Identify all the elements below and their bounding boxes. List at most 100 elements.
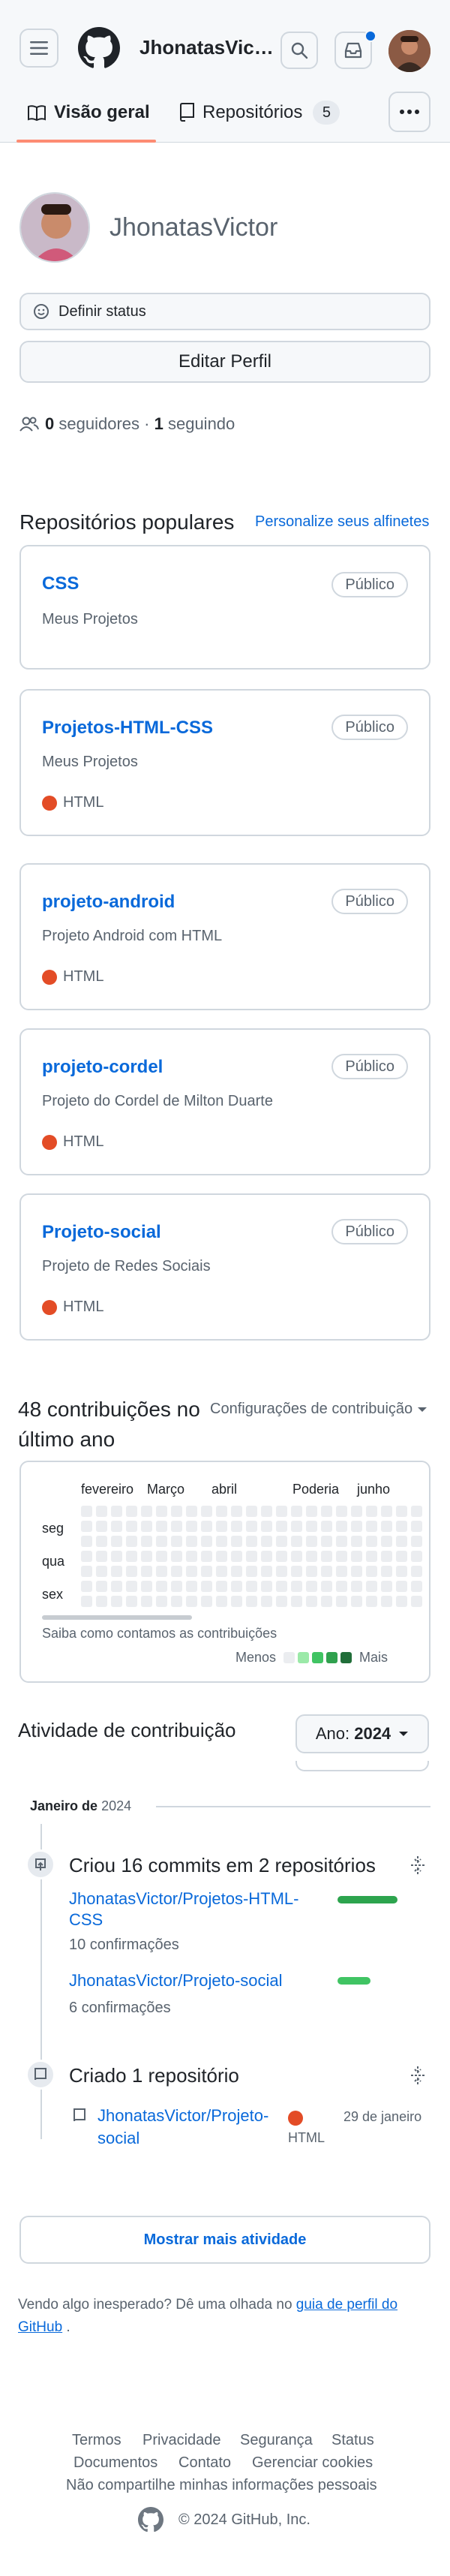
contribution-cell[interactable] xyxy=(351,1506,362,1517)
footer-github-logo[interactable] xyxy=(138,2507,164,2532)
contribution-cell[interactable] xyxy=(231,1536,242,1547)
contribution-cell[interactable] xyxy=(156,1596,167,1607)
contribution-cell[interactable] xyxy=(186,1536,197,1547)
contribution-cell[interactable] xyxy=(261,1596,272,1607)
contribution-cell[interactable] xyxy=(381,1596,392,1607)
header-username[interactable]: JhonatasVic… xyxy=(140,36,274,59)
contribution-cell[interactable] xyxy=(336,1506,347,1517)
contribution-cell[interactable] xyxy=(126,1551,137,1562)
fold-button[interactable] xyxy=(410,1855,426,1879)
contribution-cell[interactable] xyxy=(246,1581,257,1592)
contribution-cell[interactable] xyxy=(111,1596,122,1607)
contribution-cell[interactable] xyxy=(231,1596,242,1607)
contribution-cell[interactable] xyxy=(111,1551,122,1562)
contribution-cell[interactable] xyxy=(336,1521,347,1532)
contribution-cell[interactable] xyxy=(291,1566,302,1577)
contribution-cell[interactable] xyxy=(171,1506,182,1517)
repo-name-link[interactable]: Projetos-HTML-CSS xyxy=(42,718,213,739)
customize-pins-link[interactable]: Personalize seus alfinetes xyxy=(255,513,429,531)
repo-name-link[interactable]: projeto-cordel xyxy=(42,1057,163,1078)
contribution-cell[interactable] xyxy=(366,1596,377,1607)
contribution-cell[interactable] xyxy=(261,1566,272,1577)
contribution-cell[interactable] xyxy=(351,1581,362,1592)
contribution-cell[interactable] xyxy=(81,1581,92,1592)
contribution-cell[interactable] xyxy=(96,1536,107,1547)
contribution-cell[interactable] xyxy=(81,1506,92,1517)
contribution-cell[interactable] xyxy=(321,1536,332,1547)
contribution-cell[interactable] xyxy=(216,1551,227,1562)
year-select[interactable]: Ano: 2024 xyxy=(296,1714,429,1753)
contribution-cell[interactable] xyxy=(246,1596,257,1607)
followers-count[interactable]: 0 xyxy=(45,414,54,434)
following-label[interactable]: seguindo xyxy=(168,414,235,434)
contribution-cell[interactable] xyxy=(336,1551,347,1562)
set-status-button[interactable]: Definir status xyxy=(20,293,430,330)
contribution-cell[interactable] xyxy=(321,1566,332,1577)
tab-overview[interactable]: Visão geral xyxy=(27,99,150,126)
contribution-cell[interactable] xyxy=(276,1566,287,1577)
contribution-cell[interactable] xyxy=(411,1581,422,1592)
contribution-cell[interactable] xyxy=(246,1551,257,1562)
contribution-cell[interactable] xyxy=(366,1581,377,1592)
contribution-cell[interactable] xyxy=(231,1551,242,1562)
contribution-cell[interactable] xyxy=(126,1536,137,1547)
contribution-cell[interactable] xyxy=(171,1536,182,1547)
fold-button[interactable] xyxy=(410,2066,426,2089)
contribution-cell[interactable] xyxy=(411,1566,422,1577)
contribution-cell[interactable] xyxy=(396,1521,407,1532)
contribution-cell[interactable] xyxy=(366,1521,377,1532)
contribution-cell[interactable] xyxy=(186,1596,197,1607)
contribution-cell[interactable] xyxy=(381,1551,392,1562)
contribution-cell[interactable] xyxy=(411,1551,422,1562)
contribution-cell[interactable] xyxy=(156,1536,167,1547)
search-button[interactable] xyxy=(280,32,318,69)
contribution-cell[interactable] xyxy=(171,1551,182,1562)
contribution-cell[interactable] xyxy=(156,1506,167,1517)
contribution-cell[interactable] xyxy=(276,1521,287,1532)
contribution-cell[interactable] xyxy=(336,1566,347,1577)
contribution-cell[interactable] xyxy=(306,1521,317,1532)
footer-link[interactable]: Contato xyxy=(178,2454,231,2472)
contribution-cell[interactable] xyxy=(261,1521,272,1532)
contribution-cell[interactable] xyxy=(336,1536,347,1547)
contribution-cell[interactable] xyxy=(201,1581,212,1592)
contribution-cell[interactable] xyxy=(396,1596,407,1607)
contribution-cell[interactable] xyxy=(216,1566,227,1577)
contribution-cell[interactable] xyxy=(321,1521,332,1532)
contribution-cell[interactable] xyxy=(126,1506,137,1517)
following-count[interactable]: 1 xyxy=(154,414,164,434)
contribution-cell[interactable] xyxy=(96,1551,107,1562)
profile-avatar[interactable] xyxy=(20,192,90,263)
contribution-cell[interactable] xyxy=(156,1581,167,1592)
contribution-cell[interactable] xyxy=(381,1536,392,1547)
contribution-cell[interactable] xyxy=(276,1506,287,1517)
contribution-cell[interactable] xyxy=(411,1596,422,1607)
contribution-cell[interactable] xyxy=(336,1596,347,1607)
contribution-cell[interactable] xyxy=(141,1596,152,1607)
contribution-cell[interactable] xyxy=(381,1506,392,1517)
contribution-cell[interactable] xyxy=(276,1596,287,1607)
repo-name-link[interactable]: projeto-android xyxy=(42,892,175,913)
contribution-cell[interactable] xyxy=(201,1566,212,1577)
contribution-cell[interactable] xyxy=(216,1521,227,1532)
contribution-cell[interactable] xyxy=(126,1581,137,1592)
contribution-cell[interactable] xyxy=(231,1506,242,1517)
contribution-cell[interactable] xyxy=(351,1566,362,1577)
commit-repo-link[interactable]: JhonatasVictor/Projeto-social xyxy=(69,1971,283,1991)
contribution-cell[interactable] xyxy=(261,1581,272,1592)
contribution-cell[interactable] xyxy=(396,1536,407,1547)
contribution-cell[interactable] xyxy=(246,1536,257,1547)
contribution-cell[interactable] xyxy=(261,1536,272,1547)
contribution-cell[interactable] xyxy=(291,1581,302,1592)
contribution-cell[interactable] xyxy=(306,1551,317,1562)
contribution-cell[interactable] xyxy=(366,1536,377,1547)
contribution-cell[interactable] xyxy=(411,1536,422,1547)
contribution-cell[interactable] xyxy=(366,1566,377,1577)
contribution-cell[interactable] xyxy=(186,1521,197,1532)
contribution-cell[interactable] xyxy=(201,1521,212,1532)
contribution-cell[interactable] xyxy=(261,1551,272,1562)
footer-link[interactable]: Privacidade xyxy=(142,2432,221,2449)
contribution-cell[interactable] xyxy=(216,1596,227,1607)
contribution-cell[interactable] xyxy=(201,1596,212,1607)
footer-link[interactable]: Documentos xyxy=(74,2454,158,2472)
